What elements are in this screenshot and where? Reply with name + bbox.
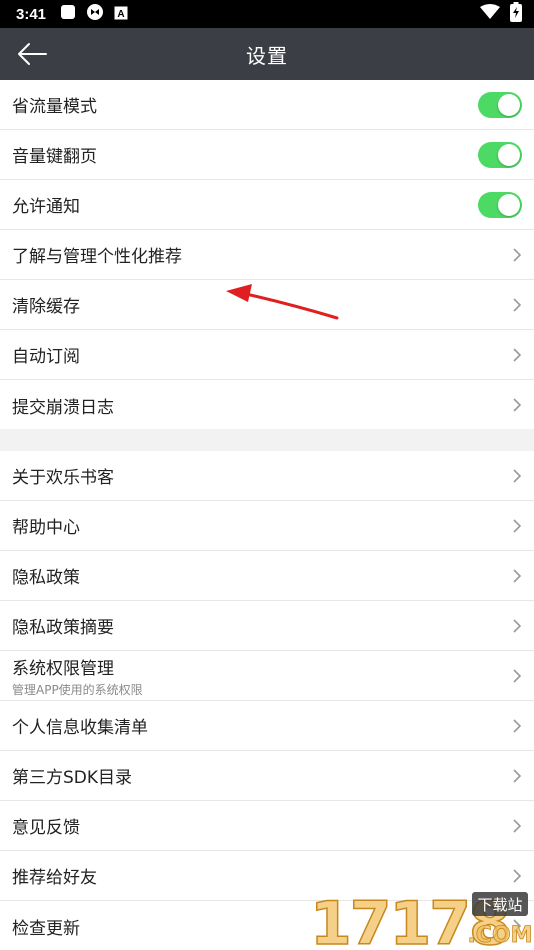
chevron-right-icon [513,669,522,683]
menu-item-label: 推荐给好友 [12,868,97,888]
menu-item-label: 自动订阅 [12,347,80,367]
menu-item-third-party-sdk[interactable]: 第三方SDK目录 [0,751,534,801]
menu-item-label: 了解与管理个性化推荐 [12,247,182,267]
menu-item-label: 隐私政策 [12,568,80,588]
menu-item-label: 关于欢乐书客 [12,468,114,488]
menu-item-about[interactable]: 关于欢乐书客 [0,451,534,501]
setting-volume-key-page-turn: 音量键翻页 [0,130,534,180]
menu-item-clear-cache[interactable]: 清除缓存 [0,280,534,330]
toggle-knob [498,94,520,116]
chevron-right-icon [513,719,522,733]
menu-item-help-center[interactable]: 帮助中心 [0,501,534,551]
menu-item-privacy-policy[interactable]: 隐私政策 [0,551,534,601]
menu-item-subtitle: 管理APP使用的系统权限 [12,682,143,697]
menu-item-personalized-recommendations[interactable]: 了解与管理个性化推荐 [0,230,534,280]
a-badge-icon: A [114,5,128,24]
arrow-left-icon [18,43,47,65]
menu-item-label: 清除缓存 [12,297,80,317]
chevron-right-icon [513,819,522,833]
setting-allow-notifications: 允许通知 [0,180,534,230]
menu-item-privacy-summary[interactable]: 隐私政策摘要 [0,601,534,651]
menu-item-label: 隐私政策摘要 [12,618,114,638]
setting-label: 音量键翻页 [12,147,97,167]
menu-item-label: 提交崩溃日志 [12,397,114,418]
menu-item-system-permissions[interactable]: 系统权限管理 管理APP使用的系统权限 [0,651,534,701]
chevron-right-icon [513,469,522,483]
menu-item-auto-subscribe[interactable]: 自动订阅 [0,330,534,380]
settings-section-about: 关于欢乐书客 帮助中心 隐私政策 隐私政策摘要 系统权限管理 管理APP使用的系… [0,451,534,950]
status-time: 3:41 [16,5,47,23]
chevron-right-icon [513,298,522,312]
square-icon [60,4,76,24]
menu-item-feedback[interactable]: 意见反馈 [0,801,534,851]
chevron-right-icon [513,619,522,633]
menu-item-label: 系统权限管理 [12,658,114,679]
chevron-right-icon [513,769,522,783]
menu-item-personal-info-list[interactable]: 个人信息收集清单 [0,701,534,751]
battery-charging-icon [510,2,522,26]
chevron-right-icon [513,519,522,533]
status-bar: 3:41 A [0,0,534,28]
menu-item-text: 系统权限管理 管理APP使用的系统权限 [12,654,143,698]
chevron-right-icon [513,248,522,262]
setting-label: 省流量模式 [12,97,97,117]
chevron-right-icon [513,869,522,883]
setting-label: 允许通知 [12,197,80,217]
menu-item-submit-crash-log[interactable]: 提交崩溃日志 [0,380,534,430]
menu-item-label: 第三方SDK目录 [12,768,133,788]
page-title: 设置 [246,43,288,68]
settings-section-general: 省流量模式 音量键翻页 允许通知 了解与管理个性化推荐 清除缓存 自动订阅 提交… [0,80,534,429]
svg-text:A: A [117,9,124,20]
watermark-site: 下载站 [477,896,522,914]
setting-data-saver-mode: 省流量模式 [0,80,534,130]
toggle-knob [498,194,520,216]
chevron-right-icon [513,398,522,412]
menu-item-label: 个人信息收集清单 [12,718,148,738]
watermark-logo: 17178 下载站 .COM [309,888,533,950]
notifications-toggle[interactable] [478,192,522,218]
chevron-right-icon [513,569,522,583]
menu-item-label: 检查更新 [12,918,80,939]
chevron-right-icon [513,348,522,362]
data-saver-toggle[interactable] [478,92,522,118]
wifi-icon [480,4,500,24]
back-button[interactable] [14,38,50,70]
app-bar: 设置 [0,28,534,80]
toggle-knob [498,144,520,166]
menu-item-label: 帮助中心 [12,518,80,538]
sync-icon [86,3,104,25]
menu-item-label: 意见反馈 [12,818,80,838]
watermark-domain: .COM [467,923,532,948]
volume-key-toggle[interactable] [478,142,522,168]
